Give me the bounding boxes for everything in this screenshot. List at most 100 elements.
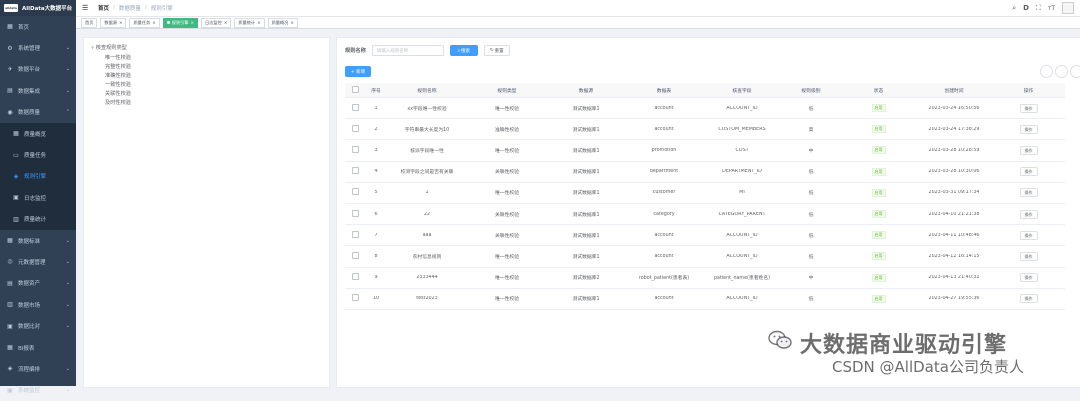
row-checkbox-cell[interactable]: [345, 167, 365, 176]
sidebar-item-10[interactable]: ▦ 数据标准 ⌄: [0, 230, 76, 251]
row-checkbox-cell[interactable]: [345, 294, 365, 303]
sidebar-item-17[interactable]: ▣ 系统监控 ⌄: [0, 380, 76, 401]
sidebar-item-label: 数据标准: [18, 238, 41, 245]
search-icon[interactable]: ⌕: [1012, 4, 1016, 13]
rules-table: 序号 规则名称 规则类型 数据源 数据表 核查字段 规则级别 状态 创建时间 操作 1 xx字段唯一…: [345, 83, 1065, 310]
checkbox[interactable]: [351, 230, 359, 238]
columns-icon[interactable]: [1070, 65, 1080, 78]
tree-node[interactable]: 完整性校验: [105, 63, 131, 70]
add-button[interactable]: + 新增: [345, 66, 371, 77]
operate-button[interactable]: 操作: [1019, 209, 1038, 219]
fullscreen-icon[interactable]: ⛶: [1036, 4, 1041, 13]
checkbox[interactable]: [351, 167, 359, 175]
table-cell: 操作: [992, 209, 1065, 219]
tags-view: 首页 数据源 × 质量任务 × 规则引擎 × 日志监控 × 质量统计 × 质量概况 ×: [76, 17, 1080, 29]
operate-button[interactable]: 操作: [1019, 188, 1038, 198]
sidebar-item-7[interactable]: ◈ 规则引擎: [0, 165, 76, 188]
tag-0[interactable]: 首页: [81, 17, 98, 28]
sidebar-item-1[interactable]: ⚙ 系统管理 ⌄: [0, 37, 76, 58]
tag-label: 质量统计: [238, 19, 256, 25]
sidebar-item-12[interactable]: ▤ 数据资产 ⌄: [0, 273, 76, 294]
table-cell: MI: [739, 190, 745, 196]
checkbox[interactable]: [351, 273, 359, 281]
sidebar-item-11[interactable]: ◎ 元数据管理 ⌄: [0, 251, 76, 272]
search-button[interactable]: ⌕ 搜索: [449, 45, 478, 56]
operate-button[interactable]: 操作: [1019, 103, 1038, 113]
rule-name-input[interactable]: 请输入规则名称: [371, 45, 444, 56]
table-cell: 高: [808, 127, 814, 133]
sidebar-item-0[interactable]: ▦ 首页: [0, 16, 76, 37]
sidebar-item-9[interactable]: ▥ 质量统计: [0, 208, 76, 230]
tag-3[interactable]: 规则引擎 ×: [162, 17, 199, 28]
caret-down-icon[interactable]: ▼: [91, 45, 94, 50]
table-cell: 中: [808, 276, 814, 282]
operate-button[interactable]: 操作: [1019, 167, 1038, 177]
sidebar-item-label: 数据质量: [18, 110, 41, 117]
system-monitor-icon: ▣: [7, 386, 13, 394]
close-icon[interactable]: ×: [152, 20, 156, 25]
brand[interactable]: alldata AllData大数据平台: [0, 0, 76, 16]
sidebar-item-3[interactable]: ▤ 数据集成 ⌄: [0, 80, 76, 101]
sidebar-item-2[interactable]: ✈ 数据平台 ⌄: [0, 59, 76, 80]
sidebar-item-4[interactable]: ◉ 数据质量 ⌃: [0, 102, 76, 123]
close-icon[interactable]: ×: [191, 20, 195, 25]
row-checkbox-cell[interactable]: [345, 230, 365, 240]
reset-button[interactable]: ↻ 重置: [483, 45, 510, 56]
tree-node[interactable]: 一致性校验: [105, 81, 131, 88]
operate-button[interactable]: 操作: [1019, 273, 1038, 283]
tree-node[interactable]: 准确性校验: [105, 72, 131, 79]
tag-4[interactable]: 日志监控 ×: [201, 17, 232, 28]
tree-node[interactable]: 及时性校验: [105, 99, 131, 106]
operate-button[interactable]: 操作: [1019, 230, 1038, 240]
operate-button[interactable]: 操作: [1019, 145, 1038, 155]
checkbox[interactable]: [351, 124, 359, 132]
close-icon[interactable]: ×: [224, 20, 228, 25]
checkbox[interactable]: [351, 145, 359, 153]
tag-6[interactable]: 质量概况 ×: [267, 17, 298, 28]
tag-5[interactable]: 质量统计 ×: [234, 17, 265, 28]
tree-node[interactable]: 唯一性校验: [105, 54, 131, 61]
refresh-table-icon[interactable]: [1055, 65, 1068, 78]
close-icon[interactable]: ×: [119, 20, 123, 25]
tree-node[interactable]: 关联性校验: [105, 90, 131, 97]
checkbox[interactable]: [351, 188, 359, 196]
sidebar-item-14[interactable]: ▣ 数据比对 ⌄: [0, 315, 76, 336]
close-icon[interactable]: ×: [290, 20, 294, 25]
row-checkbox-cell[interactable]: [345, 103, 365, 113]
checkbox[interactable]: [351, 103, 359, 111]
operate-button[interactable]: 操作: [1019, 294, 1038, 304]
avatar[interactable]: [1062, 2, 1074, 14]
breadcrumb-home[interactable]: 首页: [98, 4, 109, 12]
sidebar-item-16[interactable]: ◈ 流程编排 ⌄: [0, 358, 76, 379]
tag-1[interactable]: 数据源 ×: [100, 17, 127, 28]
operate-button[interactable]: 操作: [1019, 251, 1038, 261]
table-cell: 启用: [841, 294, 916, 303]
hamburger-icon[interactable]: ☰: [82, 4, 92, 12]
sidebar-item-6[interactable]: ▭ 质量任务: [0, 144, 76, 166]
checkbox[interactable]: [351, 85, 359, 93]
table-cell: 低: [808, 254, 814, 260]
close-icon[interactable]: ×: [257, 20, 261, 25]
tree-root[interactable]: ▼ 核查规则类型: [91, 44, 127, 51]
breadcrumb-section[interactable]: 数据质量: [119, 4, 141, 12]
sidebar-item-15[interactable]: ▦ BI报表: [0, 337, 76, 358]
select-all-checkbox[interactable]: [345, 85, 365, 95]
operate-button[interactable]: 操作: [1019, 124, 1038, 134]
sidebar-item-13[interactable]: ▥ 数据市场 ⌄: [0, 294, 76, 315]
row-checkbox-cell[interactable]: [345, 251, 365, 261]
row-checkbox-cell[interactable]: [345, 124, 365, 134]
row-checkbox-cell[interactable]: [345, 188, 365, 197]
checkbox[interactable]: [351, 294, 359, 302]
row-checkbox-cell[interactable]: [345, 209, 365, 219]
toggle-search-icon[interactable]: [1040, 65, 1053, 78]
sidebar-item-5[interactable]: ▦ 质量概览: [0, 122, 76, 145]
sidebar-item-8[interactable]: ▣ 日志监控: [0, 187, 76, 209]
docs-icon[interactable]: D: [1023, 4, 1029, 12]
row-checkbox-cell[interactable]: [345, 273, 365, 282]
row-checkbox-cell[interactable]: [345, 145, 365, 155]
checkbox[interactable]: [351, 209, 359, 217]
font-size-icon[interactable]: тT: [1048, 5, 1055, 12]
statistics-icon: ▥: [13, 215, 19, 223]
checkbox[interactable]: [351, 251, 359, 259]
tag-2[interactable]: 质量任务 ×: [129, 17, 160, 28]
